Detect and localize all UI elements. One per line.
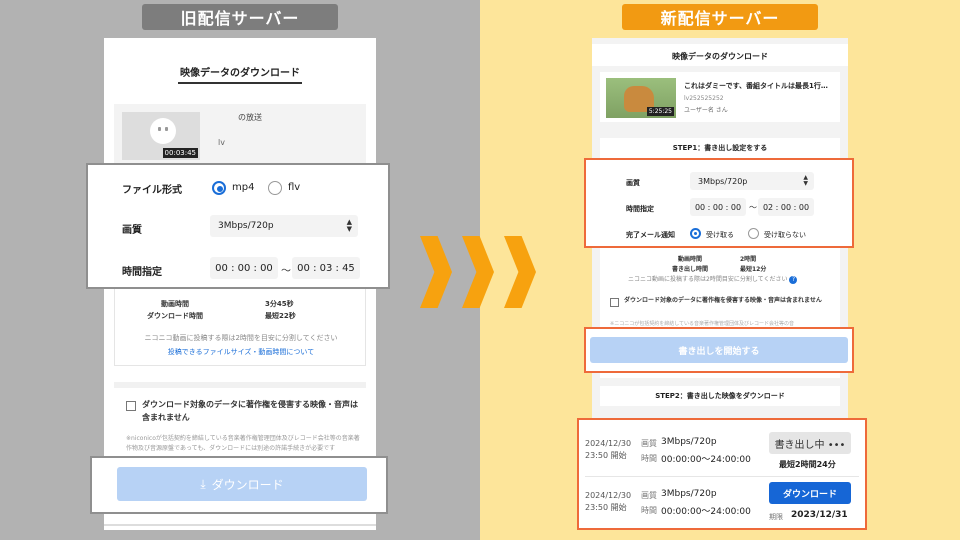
format-label: ファイル形式 bbox=[122, 185, 182, 196]
copyright-note: ※ニコニコが包括契約を締結している音楽著作権管理団体及びレコード会社等の音 bbox=[610, 321, 795, 327]
row-time-label: 時間 bbox=[641, 454, 657, 463]
time-start-input[interactable]: 00 : 00 : 00 bbox=[690, 198, 746, 216]
row-time-value: 00:00:00～24:00:00 bbox=[661, 455, 751, 465]
old-download-highlight: ⤓ ダウンロード bbox=[90, 456, 388, 514]
video-length-value: 3分45秒 bbox=[265, 300, 294, 308]
export-time-label: 書き出し時間 bbox=[672, 266, 709, 273]
radio-flv-label: flv bbox=[288, 182, 301, 193]
avatar-icon bbox=[150, 118, 176, 144]
radio-flv[interactable] bbox=[268, 181, 282, 195]
thumbnail-duration: 00:03:45 bbox=[162, 148, 198, 158]
download-button[interactable]: ⤓ ダウンロード bbox=[117, 467, 367, 501]
program-id: lv bbox=[218, 138, 225, 147]
program-title: これはダミーです、番組タイトルは最長1行… bbox=[684, 82, 828, 90]
row-quality-value: 3Mbps/720p bbox=[661, 489, 717, 499]
copyright-note: ※niconicoが包括契約を締結している音楽著作権管理団体及びレコード会社等の… bbox=[126, 435, 360, 452]
time-label: 時間指定 bbox=[122, 267, 162, 278]
page-title: 映像データのダウンロード bbox=[592, 44, 848, 66]
download-time-label: ダウンロード時間 bbox=[147, 312, 203, 320]
split-note: ニコニコ動画に投稿する際は2時間を目安に分割してください bbox=[144, 334, 338, 342]
row-export-estimate: 最短2時間24分 bbox=[779, 460, 836, 469]
row-time-label: 時間 bbox=[641, 506, 657, 515]
time-label: 時間指定 bbox=[626, 205, 654, 213]
copyright-checkbox[interactable] bbox=[610, 298, 619, 307]
divider bbox=[104, 524, 376, 526]
radio-mail-receive-label: 受け取る bbox=[706, 231, 734, 239]
time-end-input[interactable]: 00 : 03 : 45 bbox=[292, 257, 360, 279]
program-card: 00:03:45 の放送 lv bbox=[114, 104, 366, 164]
video-length-label: 動画時間 bbox=[678, 256, 703, 263]
radio-mail-receive[interactable] bbox=[690, 228, 701, 239]
quality-select-value: 3Mbps/720p bbox=[698, 176, 748, 186]
mail-label: 完了メール通知 bbox=[626, 231, 675, 239]
video-length-label: 動画時間 bbox=[161, 300, 189, 308]
program-card: 5:25:25 これはダミーです、番組タイトルは最長1行… lv25252525… bbox=[600, 72, 840, 122]
thumbnail: 5:25:25 bbox=[606, 78, 676, 118]
start-export-button[interactable]: 書き出しを開始する bbox=[590, 337, 848, 363]
time-start-input[interactable]: 00 : 00 : 00 bbox=[210, 257, 278, 279]
new-start-highlight: 書き出しを開始する bbox=[584, 327, 854, 373]
split-note: ニコニコ動画に投稿する際は2時間目安に分割してください? bbox=[628, 274, 798, 284]
new-list-highlight: 2024/12/30 23:50 開始 画質 3Mbps/720p 時間 00:… bbox=[577, 418, 867, 530]
copyright-checkbox[interactable] bbox=[126, 401, 136, 411]
row-quality-label: 画質 bbox=[641, 439, 657, 448]
row-expiry-label: 期限 bbox=[769, 513, 783, 521]
row-date: 2024/12/30 bbox=[585, 439, 632, 448]
radio-mail-decline[interactable] bbox=[748, 228, 759, 239]
program-id: lv252525252 bbox=[684, 95, 724, 102]
row-expiry-value: 2023/12/31 bbox=[791, 510, 848, 520]
filesize-link[interactable]: 投稿できるファイルサイズ・動画時間について bbox=[115, 347, 367, 357]
download-button-label: ダウンロード bbox=[211, 477, 284, 492]
quality-select[interactable]: 3Mbps/720p ▲ ▼ bbox=[210, 215, 358, 237]
thumbnail: 00:03:45 bbox=[122, 112, 200, 160]
download-button[interactable]: ダウンロード bbox=[769, 482, 851, 504]
exporting-button: 書き出し中 ••• bbox=[769, 432, 851, 454]
program-title: の放送 bbox=[238, 113, 262, 122]
new-settings-highlight: 画質 3Mbps/720p ▲ ▼ 時間指定 00 : 00 : 00 ～ 02 … bbox=[584, 158, 854, 248]
select-arrows-icon: ▲ ▼ bbox=[803, 174, 808, 187]
row-quality-value: 3Mbps/720p bbox=[661, 437, 717, 447]
download-time-value: 最短22秒 bbox=[265, 312, 296, 320]
radio-mp4[interactable] bbox=[212, 181, 226, 195]
thumbnail-duration: 5:25:25 bbox=[646, 107, 674, 116]
row-start: 23:50 開始 bbox=[585, 503, 627, 512]
step2-heading: STEP2：書き出した映像をダウンロード bbox=[600, 386, 840, 406]
video-length-value: 2時間 bbox=[740, 256, 757, 263]
time-separator: ～ bbox=[281, 266, 291, 277]
divider bbox=[114, 382, 366, 388]
row-time-value: 00:00:00～24:00:00 bbox=[661, 507, 751, 517]
new-server-banner: 新配信サーバー bbox=[622, 4, 818, 30]
quality-label: 画質 bbox=[122, 225, 142, 236]
row-date: 2024/12/30 bbox=[585, 491, 632, 500]
export-time-value: 最短12分 bbox=[740, 266, 767, 273]
title-underline bbox=[178, 82, 302, 84]
row-quality-label: 画質 bbox=[641, 491, 657, 500]
step1-heading: STEP1：書き出し設定をする bbox=[600, 138, 840, 158]
quality-label: 画質 bbox=[626, 179, 640, 187]
user-name: ユーザー名 さん bbox=[684, 107, 728, 114]
time-end-input[interactable]: 02 : 00 : 00 bbox=[758, 198, 814, 216]
download-info: 動画時間 3分45秒 ダウンロード時間 最短22秒 ニコニコ動画に投稿する際は2… bbox=[114, 284, 366, 366]
old-server-banner: 旧配信サーバー bbox=[142, 4, 338, 30]
old-settings-highlight: ファイル形式 mp4 flv 画質 3Mbps/720p ▲ ▼ 時間指定 00 … bbox=[86, 163, 390, 289]
divider bbox=[585, 476, 859, 477]
quality-select[interactable]: 3Mbps/720p ▲ ▼ bbox=[690, 172, 814, 190]
row-start: 23:50 開始 bbox=[585, 451, 627, 460]
page-title: 映像データのダウンロード bbox=[180, 68, 300, 79]
radio-mp4-label: mp4 bbox=[232, 182, 255, 193]
copyright-label: ダウンロード対象のデータに著作権を侵害する映像・音声は含まれません bbox=[142, 400, 358, 422]
download-icon: ⤓ bbox=[200, 476, 206, 491]
time-separator: ～ bbox=[749, 203, 757, 212]
copyright-label: ダウンロード対象のデータに著作権を侵害する映像・音声は含まれません bbox=[624, 297, 822, 304]
select-arrows-icon: ▲ ▼ bbox=[346, 218, 352, 233]
quality-select-value: 3Mbps/720p bbox=[218, 221, 274, 231]
radio-mail-decline-label: 受け取らない bbox=[764, 231, 806, 239]
help-icon[interactable]: ? bbox=[789, 276, 798, 284]
